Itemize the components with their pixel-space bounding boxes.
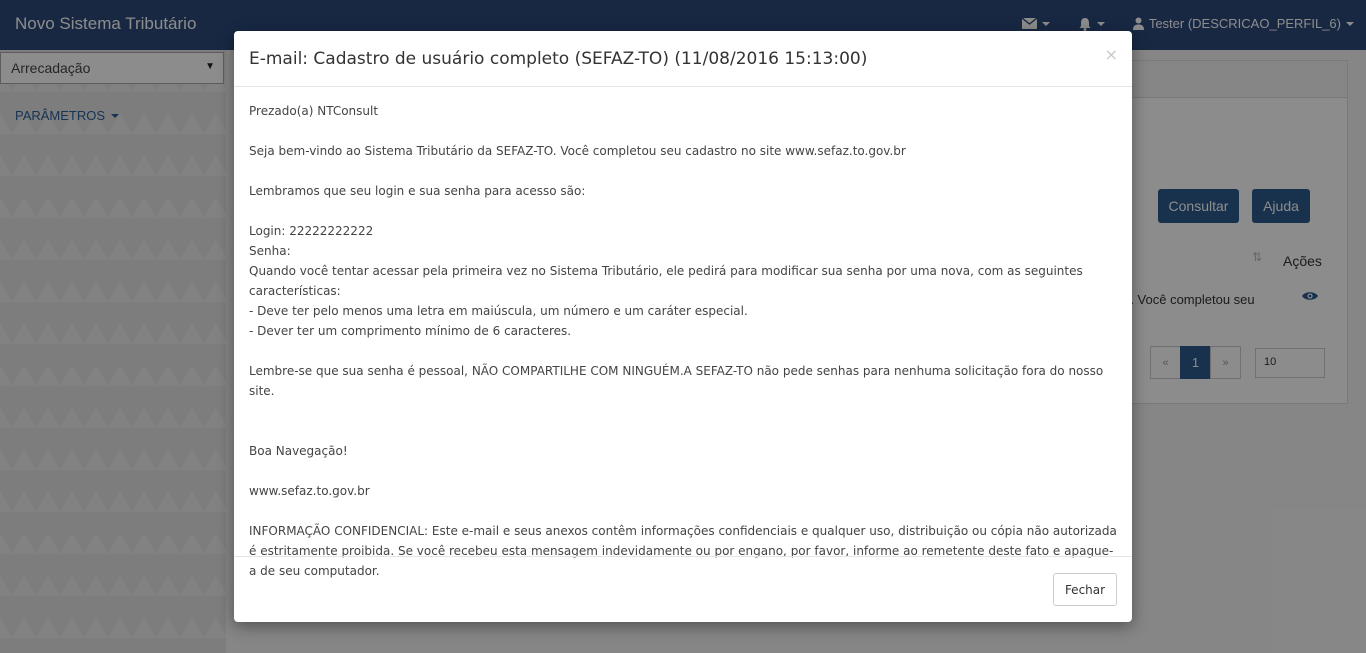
modal-footer: Fechar (234, 556, 1132, 622)
email-line (249, 501, 1117, 521)
email-line: - Dever ter um comprimento mínimo de 6 c… (249, 324, 572, 338)
email-line (249, 121, 1117, 141)
email-modal: E-mail: Cadastro de usuário completo (SE… (234, 31, 1132, 622)
fechar-button[interactable]: Fechar (1053, 573, 1117, 606)
email-line: www.sefaz.to.gov.br (249, 484, 370, 498)
email-line: Lembramos que seu login e sua senha para… (249, 184, 586, 198)
email-line: Lembre-se que sua senha é pessoal, NÃO C… (249, 364, 1104, 398)
email-line (249, 161, 1117, 181)
email-line (249, 341, 1117, 361)
close-icon[interactable]: × (1105, 45, 1118, 64)
email-line: Login: 22222222222 (249, 224, 374, 238)
email-line (249, 461, 1117, 481)
email-line (249, 201, 1117, 221)
email-line: Prezado(a) NTConsult (249, 104, 379, 118)
email-line: Quando você tentar acessar pela primeira… (249, 264, 1083, 298)
modal-body: Prezado(a) NTConsult Seja bem-vindo ao S… (234, 87, 1132, 595)
email-line: - Deve ter pelo menos uma letra em maiús… (249, 304, 748, 318)
email-line (249, 421, 1117, 441)
email-line: Boa Navegação! (249, 444, 348, 458)
modal-header: E-mail: Cadastro de usuário completo (SE… (234, 31, 1132, 87)
email-line: Senha: (249, 244, 291, 258)
modal-title: E-mail: Cadastro de usuário completo (SE… (249, 49, 868, 69)
email-line (249, 401, 1117, 421)
email-line: Seja bem-vindo ao Sistema Tributário da … (249, 144, 906, 158)
